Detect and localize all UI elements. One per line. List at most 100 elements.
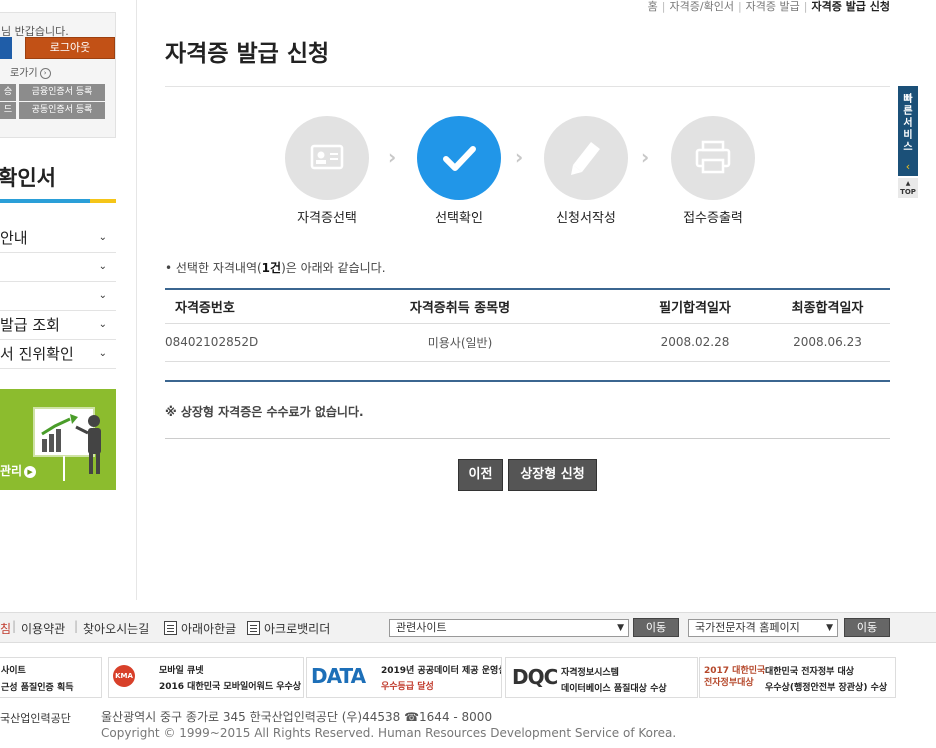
printer-icon: [695, 140, 731, 174]
mypage-button[interactable]: [0, 37, 12, 59]
circle-arrow-right-icon: ›: [39, 67, 51, 79]
top-label: TOP: [900, 188, 916, 196]
sidebar-item-label: 발급 조회: [0, 316, 60, 334]
dqc-logo: DQC: [512, 665, 558, 689]
up-arrow-icon: ▲: [905, 180, 911, 187]
table-bottom-border: [165, 380, 890, 382]
sidebar-item-2[interactable]: ⌄: [0, 253, 116, 282]
prev-button[interactable]: 이전: [458, 459, 503, 491]
pdf-document-icon: [247, 621, 260, 635]
chevron-down-icon: ⌄: [98, 348, 107, 359]
sidebar-item-guide[interactable]: 안내 ⌄: [0, 224, 116, 253]
related-sites-go-button[interactable]: 이동: [633, 618, 679, 637]
chevron-down-icon: ▼: [826, 623, 833, 633]
shortcut-link[interactable]: 로가기 ›: [10, 64, 51, 79]
footer-acrobat-link[interactable]: 아크로뱃리더: [247, 620, 330, 637]
award-mobile[interactable]: KMA 모바일 큐넷 2016 대한민국 모바일어워드 우수상: [108, 657, 304, 698]
chevron-down-icon: ▼: [617, 623, 624, 633]
notice-divider: [165, 438, 890, 439]
footer-copyright: Copyright © 1999~2015 All Rights Reserve…: [101, 726, 677, 740]
sidebar-item-label: 서 진위확인: [0, 345, 74, 363]
related-sites-select[interactable]: 관련사이트 ▼: [389, 619, 629, 637]
col-final-pass-date: 최종합격일자: [765, 289, 890, 324]
small-button-2[interactable]: 드: [0, 102, 16, 119]
page-title: 자격증 발급 신청: [165, 41, 330, 67]
breadcrumb: 홈 | 자격증/확인서 | 자격증 발급 | 자격증 발급 신청: [647, 0, 891, 13]
footer-separator: |: [74, 619, 79, 633]
selection-count: 1건: [261, 261, 282, 275]
quick-service-arrow-icon[interactable]: ‹: [898, 158, 918, 176]
banner-label: 관리 ▶: [0, 462, 37, 479]
joint-cert-register-button[interactable]: 공동인증서 등록: [19, 102, 105, 119]
sidebar-divider: [136, 0, 137, 600]
title-underline-yellow: [90, 199, 116, 203]
sidebar-section-title: 확인서: [0, 166, 56, 190]
chevron-down-icon: ⌄: [98, 232, 107, 243]
footer-privacy-link[interactable]: 침: [0, 620, 11, 637]
apply-button[interactable]: 상장형 신청: [508, 459, 597, 491]
step-1-label: 자격증선택: [297, 211, 357, 226]
cell-cert-number: 08402102852D: [165, 323, 295, 362]
award-public-data[interactable]: DATA 2019년 공공데이터 제공 운영실태 평가 우수등급 달성: [306, 657, 502, 698]
fee-notice: ※ 상장형 자격증은 수수료가 없습니다.: [165, 405, 364, 419]
top-button[interactable]: ▲ TOP: [898, 178, 918, 198]
national-site-select[interactable]: 국가전문자격 홈페이지 ▼: [688, 619, 838, 637]
col-cert-number: 자격증번호: [165, 289, 295, 324]
breadcrumb-level2[interactable]: 자격증 발급: [746, 0, 800, 13]
step-4: [671, 116, 755, 200]
step-arrow-icon: ›: [641, 145, 650, 169]
financial-cert-register-button[interactable]: 금융인증서 등록: [19, 84, 105, 101]
title-underline-blue: [0, 199, 90, 203]
col-written-pass-date: 필기합격일자: [625, 289, 765, 324]
step-3-label: 신청서작성: [556, 211, 616, 226]
footer-org-logo: 국산업인력공단: [0, 712, 71, 725]
selection-summary: • 선택한 자격내역(1건)은 아래와 같습니다.: [165, 261, 386, 275]
sidebar-item-3[interactable]: ⌄: [0, 282, 116, 311]
quick-service-label: 빠른서비스: [903, 94, 913, 153]
table-row: 08402102852D 미용사(일반) 2008.02.28 2008.06.…: [165, 323, 890, 362]
sidebar-item-label: 안내: [0, 229, 28, 247]
step-2: [417, 116, 501, 200]
table-header-row: 자격증번호 자격증취득 종목명 필기합격일자 최종합격일자: [165, 289, 890, 324]
data-logo: DATA: [311, 664, 366, 688]
selected-cert-table: 자격증번호 자격증취득 종목명 필기합격일자 최종합격일자 0840210285…: [165, 288, 890, 362]
cell-written-pass-date: 2008.02.28: [625, 323, 765, 362]
breadcrumb-current: 자격증 발급 신청: [811, 0, 891, 13]
egov-award-logo: 2017 대한민국 전자정부대상: [704, 666, 766, 688]
footer-terms-link[interactable]: 이용약관: [21, 620, 65, 637]
shortcut-label: 로가기: [10, 68, 38, 79]
left-sidebar: 님 반갑습니다. 로그아웃 로가기 › 승 드 금융인증서 등록 공동인증서 등록…: [0, 0, 116, 600]
chevron-down-icon: ⌄: [98, 290, 107, 301]
step-arrow-icon: ›: [388, 145, 397, 169]
step-arrow-icon: ›: [515, 145, 524, 169]
breadcrumb-level1[interactable]: 자격증/확인서: [670, 0, 734, 13]
step-3: [544, 116, 628, 200]
footer-hwp-link[interactable]: 아래아한글: [164, 620, 236, 637]
step-4-label: 접수증출력: [683, 211, 743, 226]
logout-button[interactable]: 로그아웃: [25, 37, 115, 59]
footer-separator: |: [12, 619, 17, 633]
play-icon: ▶: [24, 465, 37, 478]
breadcrumb-home[interactable]: 홈: [648, 0, 658, 13]
national-site-go-button[interactable]: 이동: [844, 618, 890, 637]
award-dqc[interactable]: DQC 자격정보시스템 데이터베이스 품질대상 수상: [505, 657, 698, 698]
cell-final-pass-date: 2008.06.23: [765, 323, 890, 362]
award-egov[interactable]: 2017 대한민국 전자정부대상 대한민국 전자정부 대상 우수상(행정안전부 장…: [699, 657, 896, 698]
col-cert-name: 자격증취득 종목명: [295, 289, 625, 324]
small-button-1[interactable]: 승: [0, 84, 16, 101]
sidebar-item-authenticity[interactable]: 서 진위확인 ⌄: [0, 340, 116, 369]
cell-cert-name: 미용사(일반): [295, 323, 625, 362]
award-web-accessibility[interactable]: 사이트 근성 품질인증 획득: [0, 657, 102, 698]
title-divider: [165, 86, 890, 87]
checkmark-icon: [443, 146, 476, 171]
kma-logo: KMA: [113, 665, 135, 687]
footer-directions-link[interactable]: 찾아오시는길: [83, 620, 149, 637]
sidebar-item-issue-inquiry[interactable]: 발급 조회 ⌄: [0, 311, 116, 340]
footer-address: 울산광역시 중구 종가로 345 한국산업인력공단 (우)44538 ☎1644…: [101, 710, 493, 724]
hwp-document-icon: [164, 621, 177, 635]
step-1: [285, 116, 369, 200]
management-banner[interactable]: 관리 ▶: [0, 389, 116, 490]
step-2-label: 선택확인: [435, 211, 483, 226]
pencil-icon: [571, 142, 600, 175]
id-card-icon: [310, 144, 344, 170]
